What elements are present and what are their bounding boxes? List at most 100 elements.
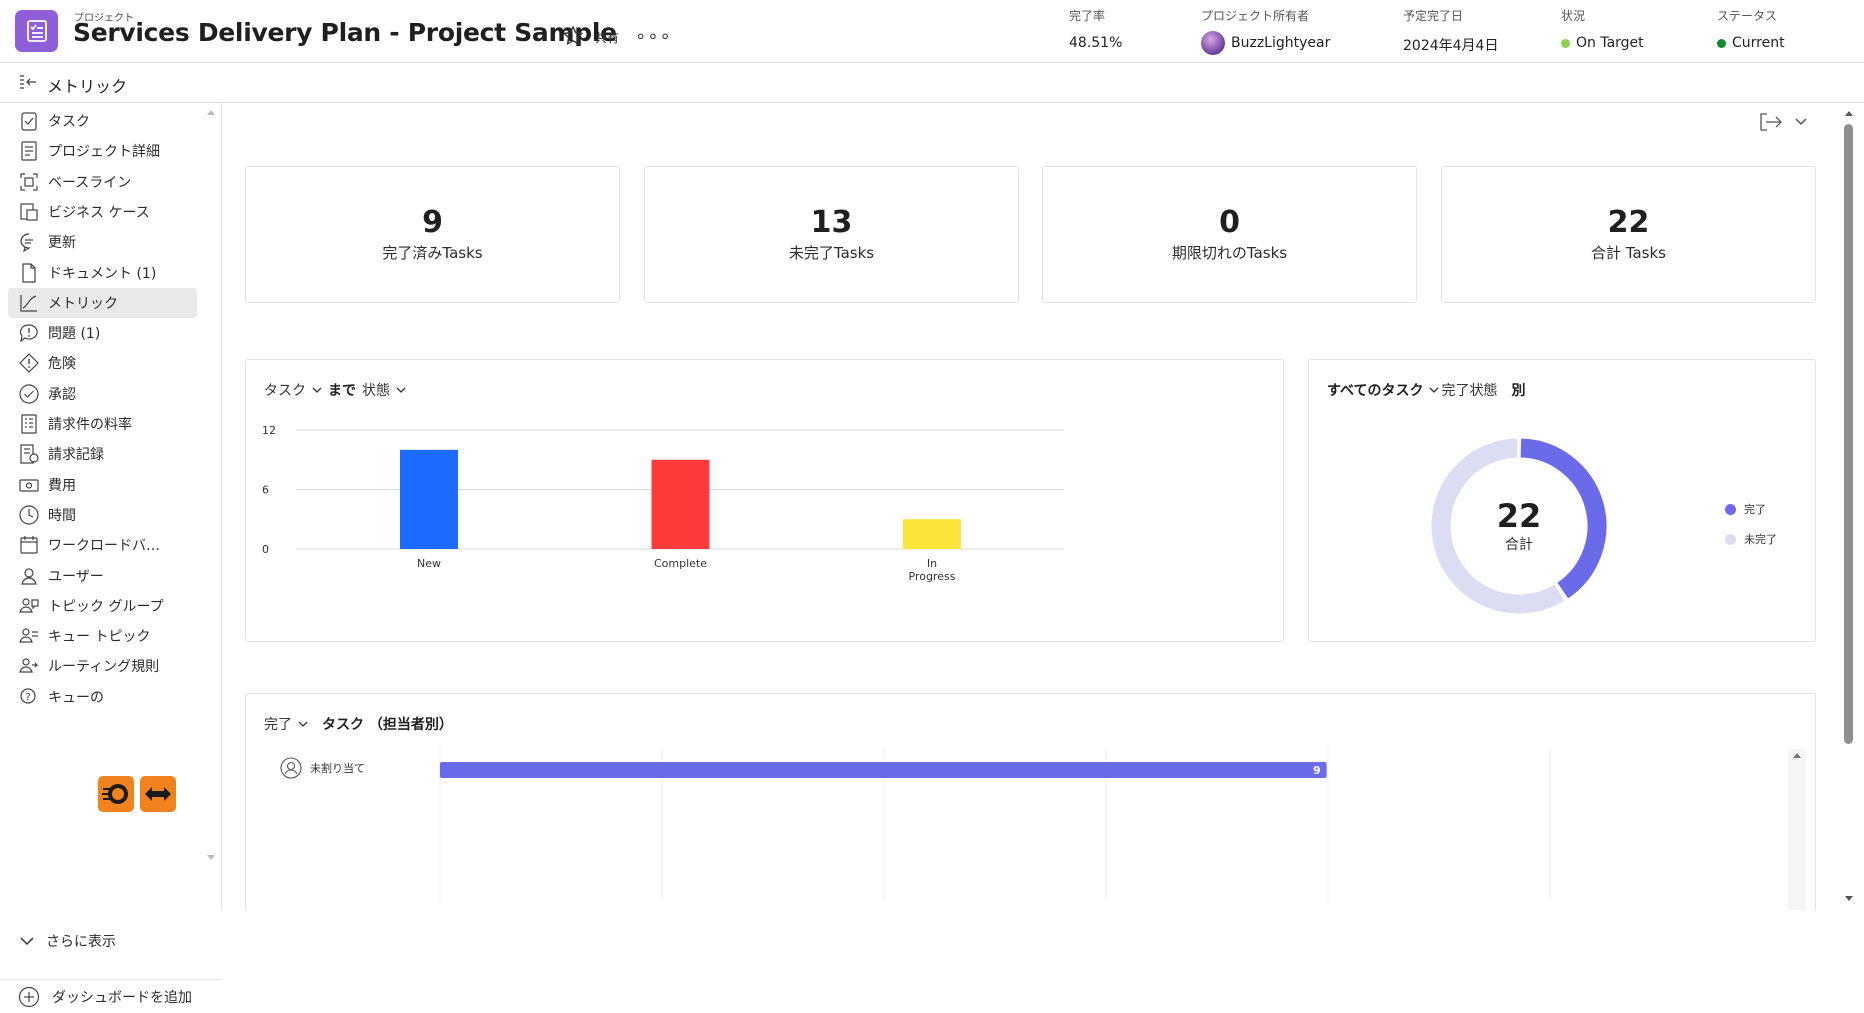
- sidebar-item[interactable]: 承認: [8, 379, 197, 409]
- meta-value[interactable]: Current: [1732, 35, 1785, 51]
- sidebar-item[interactable]: ドキュメント (1): [8, 258, 197, 288]
- sidebar-item[interactable]: ? キューの: [8, 682, 197, 712]
- project-title[interactable]: Services Delivery Plan - Project Sample: [73, 18, 617, 47]
- scroll-up-icon[interactable]: [1845, 111, 1853, 116]
- meta-label: 予定完了日: [1403, 9, 1464, 23]
- routing-rule-icon: [18, 655, 40, 677]
- sidebar-scroll-down-icon[interactable]: [207, 855, 215, 860]
- meta-value[interactable]: On Target: [1576, 35, 1644, 51]
- sidebar-item[interactable]: 費用: [8, 470, 197, 500]
- topic-group-icon: [18, 595, 40, 617]
- sidebar-item[interactable]: ビジネス ケース: [8, 197, 197, 227]
- sidebar-item[interactable]: 危険: [8, 348, 197, 378]
- field-selector[interactable]: 状態: [362, 380, 390, 400]
- chevron-down-icon[interactable]: [396, 387, 406, 393]
- clock-icon: [18, 504, 40, 526]
- more-options-button[interactable]: ∘∘∘: [635, 26, 672, 47]
- sidebar-item[interactable]: プロジェクト詳細: [8, 136, 197, 166]
- sidebar-item-label: ビジネス ケース: [48, 204, 150, 221]
- sidebar-item-label: 請求件の料率: [48, 417, 132, 433]
- bar[interactable]: [400, 449, 458, 549]
- sidebar-item[interactable]: ワークロードバ…: [8, 530, 197, 560]
- sidebar-scroll-up-icon[interactable]: [207, 110, 215, 115]
- sidebar-item[interactable]: 請求件の料率: [8, 409, 197, 439]
- sidebar-item[interactable]: トピック グループ: [8, 591, 197, 621]
- meta-condition: 状況 On Target: [1561, 7, 1644, 51]
- legend-item[interactable]: 未完了: [1725, 524, 1777, 554]
- sidebar-item-label: プロジェクト詳細: [48, 144, 160, 161]
- user-icon: [18, 565, 40, 587]
- sidebar-item[interactable]: ベースライン: [8, 167, 197, 197]
- by-label: まで: [328, 383, 356, 399]
- share-button[interactable]: 共有: [595, 29, 619, 46]
- kpi-label: 合計 Tasks: [1591, 244, 1666, 262]
- sidebar-item[interactable]: タスク: [8, 106, 197, 136]
- meta-label: プロジェクト所有者: [1201, 9, 1310, 23]
- y-tick-label: 12: [262, 424, 276, 437]
- project-app-icon[interactable]: [15, 10, 58, 52]
- export-icon: [1760, 113, 1782, 131]
- scroll-up-icon[interactable]: [1793, 753, 1801, 758]
- chart-scrollbar[interactable]: [1788, 749, 1806, 910]
- speed-tool-button[interactable]: [98, 776, 134, 812]
- x-tick-label: In Progress: [909, 557, 956, 583]
- chevron-down-icon: [1795, 118, 1807, 126]
- donut-slice[interactable]: [1520, 438, 1607, 599]
- document-details-icon: [18, 140, 40, 162]
- add-dashboard-button[interactable]: ダッシュボードを追加: [0, 979, 222, 1013]
- billing-rate-icon: [18, 413, 40, 435]
- meta-value[interactable]: BuzzLightyear: [1231, 35, 1330, 51]
- assignee-bar[interactable]: [440, 762, 1327, 778]
- sidebar-item[interactable]: ユーザー: [8, 561, 197, 591]
- favorite-star-icon[interactable]: [561, 24, 585, 48]
- legend-item[interactable]: 完了: [1725, 494, 1777, 524]
- sidebar-item[interactable]: 請求記録: [8, 439, 197, 469]
- sidebar-item-label: トピック グループ: [48, 598, 164, 615]
- donut-slice[interactable]: [1431, 438, 1565, 614]
- kpi-value: 0: [1219, 205, 1240, 240]
- sidebar-item[interactable]: 時間: [8, 500, 197, 530]
- owner-avatar[interactable]: [1201, 31, 1225, 55]
- kpi-card-completed[interactable]: 9 完了済みTasks: [245, 166, 620, 303]
- chevron-down-icon[interactable]: [298, 721, 308, 727]
- expense-icon: [18, 474, 40, 496]
- calendar-icon: [18, 534, 40, 556]
- x-tick-label: Complete: [654, 557, 707, 570]
- bar[interactable]: [651, 459, 710, 549]
- scroll-thumb[interactable]: [1844, 124, 1853, 744]
- svg-text:?: ?: [25, 692, 30, 703]
- risk-icon: [18, 352, 40, 374]
- sidebar-item[interactable]: ルーティング規則: [8, 651, 197, 681]
- collapse-sidebar-icon[interactable]: [18, 74, 38, 92]
- show-more-button[interactable]: さらに表示: [20, 931, 116, 951]
- kpi-card-overdue[interactable]: 0 期限切れのTasks: [1042, 166, 1417, 303]
- chevron-down-icon[interactable]: [312, 387, 322, 393]
- entity-selector[interactable]: すべてのタスク: [1327, 380, 1423, 400]
- scroll-down-icon[interactable]: [1845, 896, 1853, 901]
- meta-value: 48.51%: [1069, 35, 1123, 51]
- resize-tool-button[interactable]: [140, 776, 176, 812]
- donut-legend: 完了 未完了: [1725, 494, 1777, 554]
- dashboard-area: 9 完了済みTasks 13 未完了Tasks 0 期限切れのTasks 22 …: [223, 104, 1846, 910]
- export-menu[interactable]: [1759, 112, 1807, 132]
- legend-swatch: [1725, 503, 1736, 515]
- sidebar-item[interactable]: キュー トピック: [8, 621, 197, 651]
- kpi-card-incomplete[interactable]: 13 未完了Tasks: [644, 166, 1019, 303]
- page-scrollbar[interactable]: [1843, 104, 1864, 910]
- meta-label: 完了率: [1069, 9, 1106, 23]
- chevron-down-icon[interactable]: [1429, 387, 1439, 393]
- sidebar-item-label: 請求記録: [48, 447, 104, 464]
- floating-tools: [98, 776, 176, 812]
- sidebar-item[interactable]: 問題 (1): [8, 318, 197, 348]
- filter-selector[interactable]: 完了: [264, 714, 292, 734]
- assignee-name: 未割り当て: [310, 762, 365, 775]
- checklist-icon: [26, 20, 47, 42]
- bar[interactable]: [903, 519, 961, 549]
- status-dot: [1561, 38, 1570, 48]
- sidebar-item[interactable]: 更新: [8, 227, 197, 257]
- kpi-card-total[interactable]: 22 合計 Tasks: [1441, 166, 1816, 303]
- legend-swatch: [1725, 533, 1736, 545]
- kpi-value: 22: [1607, 205, 1650, 240]
- entity-selector[interactable]: タスク: [264, 380, 306, 400]
- sidebar-item[interactable]: メトリック: [8, 287, 197, 318]
